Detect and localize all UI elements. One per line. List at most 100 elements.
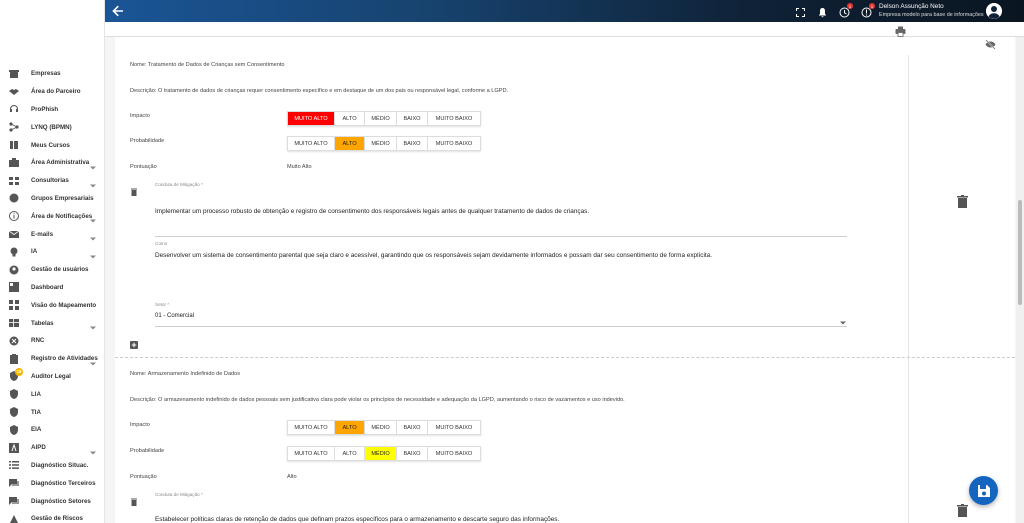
main-content: Nome: Tratamento de Dados de Crianças se…	[105, 37, 1016, 523]
sidebar-item-aipd[interactable]: AIPD	[0, 439, 104, 457]
impact-option-low[interactable]: BAIXO	[397, 421, 428, 434]
sector-underline	[155, 326, 847, 327]
score-label: Pontuação	[130, 164, 157, 170]
probability-option-high[interactable]: ALTO	[335, 447, 365, 460]
impact-option-medium[interactable]: MÉDIO	[365, 421, 397, 434]
probability-option-high[interactable]: ALTO	[335, 137, 365, 150]
sidebar-item-tia[interactable]: TIA	[0, 403, 104, 421]
delete-risk-icon[interactable]	[957, 504, 968, 517]
probability-label: Probabilidade	[130, 138, 165, 144]
chevron-down-icon	[89, 212, 97, 223]
sidebar-item-area-parceiro[interactable]: Área do Parceiro	[0, 83, 104, 101]
sidebar-item-rnc[interactable]: RNC	[0, 332, 104, 350]
sidebar-item-ia[interactable]: IA	[0, 243, 104, 261]
mitigation-text[interactable]: Estabelecer políticas claras de retenção…	[155, 516, 559, 523]
sector-select[interactable]: 01 - Comercial	[155, 313, 194, 319]
risk-name: Nome: Armazenamento Indefinido de Dados	[130, 371, 241, 377]
chevron-down-icon	[89, 230, 97, 241]
impact-option-very-high[interactable]: MUITO ALTO	[288, 421, 335, 434]
sidebar-item-gestao-usuarios[interactable]: Gestão de usuários	[0, 261, 104, 279]
updates-badge: 1	[847, 3, 853, 9]
handshake-icon	[9, 87, 19, 97]
headset-icon	[9, 104, 19, 114]
admin-icon	[9, 157, 19, 168]
impact-option-very-high[interactable]: MUITO ALTO	[288, 112, 335, 125]
shield-icon	[9, 407, 19, 418]
sidebar-item-lynq[interactable]: LYNQ (BPMN)	[0, 118, 104, 136]
probability-option-very-low[interactable]: MUITO BAIXO	[428, 137, 480, 150]
probability-option-very-high[interactable]: MUITO ALTO	[288, 137, 335, 150]
impact-option-medium[interactable]: MÉDIO	[365, 112, 397, 125]
impact-option-high[interactable]: ALTO	[335, 112, 365, 125]
mitigation-underline	[155, 236, 847, 237]
alert-icon[interactable]: 1	[861, 3, 875, 18]
probability-selector: MUITO ALTO ALTO MÉDIO BAIXO MUITO BAIXO	[287, 446, 481, 461]
probability-option-low[interactable]: BAIXO	[397, 137, 428, 150]
sidebar-item-prophish[interactable]: ProPhish	[0, 101, 104, 119]
delete-risk-icon[interactable]	[957, 195, 968, 208]
risk-separator	[115, 357, 1015, 358]
impact-option-high[interactable]: ALTO	[335, 421, 365, 434]
sidebar-item-empresas[interactable]: Empresas	[0, 65, 104, 83]
sidebar-item-notificacoes[interactable]: Área de Notificações	[0, 207, 104, 225]
probability-option-very-low[interactable]: MUITO BAIXO	[428, 447, 480, 460]
chevron-down-icon	[89, 177, 97, 188]
bulb-icon	[9, 247, 19, 257]
probability-selector: MUITO ALTO ALTO MÉDIO BAIXO MUITO BAIXO	[287, 136, 481, 151]
updates-icon[interactable]: 1	[839, 3, 853, 18]
chevron-down-icon[interactable]	[839, 314, 847, 325]
add-mitigation-icon[interactable]	[130, 336, 138, 349]
sidebar-item-grupos-empresariais[interactable]: Grupos Empresariais	[0, 190, 104, 208]
risk-description: Descrição: O tratamento de dados de cria…	[130, 88, 509, 94]
chevron-down-icon	[89, 444, 97, 455]
sidebar-item-consultorias[interactable]: Consultorias	[0, 172, 104, 190]
save-button[interactable]	[969, 476, 998, 505]
sidebar-item-gestao-riscos[interactable]: Gestão de Riscos	[0, 510, 104, 523]
sidebar-item-emails[interactable]: E-mails	[0, 225, 104, 243]
sidebar-item-tabelas[interactable]: Tabelas	[0, 314, 104, 332]
map-view-icon	[9, 300, 19, 311]
back-arrow-icon[interactable]	[111, 4, 125, 18]
notification-badge: 18	[15, 367, 23, 376]
shield-icon	[9, 424, 19, 435]
probability-option-low[interactable]: BAIXO	[397, 447, 428, 460]
chat-icon	[9, 496, 19, 506]
avatar[interactable]	[986, 3, 1002, 19]
probability-option-medium[interactable]: MÉDIO	[365, 137, 397, 150]
impact-option-low[interactable]: BAIXO	[397, 112, 428, 125]
sidebar-item-dashboard[interactable]: Dashboard	[0, 279, 104, 297]
delete-mitigation-icon[interactable]	[130, 183, 138, 196]
bell-icon[interactable]	[817, 5, 828, 18]
sidebar-item-diagnostico-setores[interactable]: Diagnóstico Setores	[0, 492, 104, 510]
sector-label: Setor *	[155, 302, 170, 307]
probability-option-very-high[interactable]: MUITO ALTO	[288, 447, 335, 460]
sidebar-item-diagnostico-situac[interactable]: Diagnóstico Situac.	[0, 457, 104, 475]
eye-off-icon[interactable]	[985, 37, 996, 50]
shield-icon	[9, 389, 19, 400]
impact-option-very-low[interactable]: MUITO BAIXO	[428, 421, 480, 434]
sidebar-item-visao-mapeamento[interactable]: Visão do Mapeamento	[0, 296, 104, 314]
chevron-down-icon	[89, 319, 97, 330]
save-icon	[977, 484, 990, 497]
building-icon	[9, 69, 19, 79]
sidebar-item-lia[interactable]: LIA	[0, 385, 104, 403]
probability-option-medium[interactable]: MÉDIO	[365, 447, 397, 460]
grid-icon	[9, 176, 19, 186]
scrollbar-thumb[interactable]	[1018, 200, 1022, 305]
impact-selector: MUITO ALTO ALTO MÉDIO BAIXO MUITO BAIXO	[287, 420, 481, 435]
sidebar-item-area-administrativa[interactable]: Área Administrativa	[0, 154, 104, 172]
mitigation-label: Conduta de Mitigação *	[155, 182, 203, 187]
how-text[interactable]: Desenvolver um sistema de consentimento …	[155, 252, 712, 259]
clipboard-icon	[9, 353, 19, 364]
flow-icon	[9, 122, 19, 132]
sidebar-item-auditor-legal[interactable]: 18 Auditor Legal	[0, 367, 104, 386]
delete-mitigation-icon[interactable]	[130, 493, 138, 506]
sidebar-item-meus-cursos[interactable]: Meus Cursos	[0, 136, 104, 154]
fullscreen-icon[interactable]	[795, 5, 806, 17]
print-icon[interactable]	[895, 24, 906, 37]
sidebar-item-diagnostico-terceiros[interactable]: Diagnóstico Terceiros	[0, 474, 104, 492]
sidebar-item-eia[interactable]: EIA	[0, 421, 104, 439]
mitigation-text[interactable]: Implementar um processo robusto de obten…	[155, 208, 589, 215]
sidebar-item-registro-atividades[interactable]: Registro de Atividades	[0, 350, 104, 368]
impact-option-very-low[interactable]: MUITO BAIXO	[428, 112, 480, 125]
